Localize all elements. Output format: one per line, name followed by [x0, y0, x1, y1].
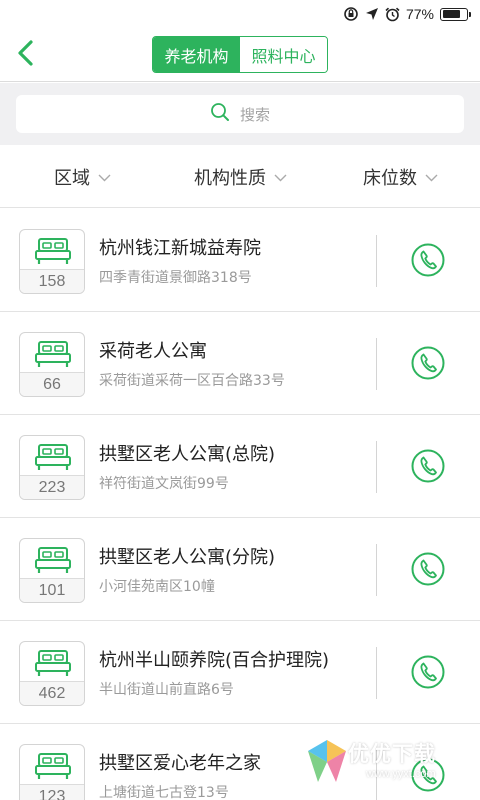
- bed-count-box: 101: [19, 538, 85, 603]
- institution-name: 拱墅区爱心老年之家: [99, 753, 261, 774]
- phone-icon: [410, 552, 446, 591]
- tab-elderly-institutions[interactable]: 养老机构: [153, 37, 240, 72]
- divider: [376, 544, 377, 596]
- back-button[interactable]: [8, 38, 42, 72]
- battery-icon: [440, 7, 471, 21]
- phone-icon: [410, 655, 446, 694]
- status-icons: 77%: [343, 5, 471, 23]
- rotation-lock-icon: [343, 6, 359, 22]
- status-bar: 77%: [0, 0, 480, 28]
- search-input[interactable]: 搜索: [16, 95, 464, 133]
- bed-count: 462: [20, 681, 84, 705]
- alarm-icon: [385, 7, 400, 22]
- institution-address: 祥符街道文岚街99号: [99, 476, 229, 492]
- filter-label: 机构性质: [194, 167, 266, 189]
- bed-icon: [35, 442, 71, 476]
- list-item[interactable]: 223 拱墅区老人公寓(总院) 祥符街道文岚街99号: [0, 415, 480, 518]
- call-button[interactable]: [410, 654, 446, 690]
- divider: [376, 338, 377, 390]
- location-arrow-icon: [365, 7, 379, 21]
- bed-icon: [35, 236, 71, 270]
- chevron-down-icon: [425, 166, 438, 187]
- list-item[interactable]: 462 杭州半山颐养院(百合护理院) 半山街道山前直路6号: [0, 621, 480, 724]
- bed-icon: [35, 648, 71, 682]
- bed-icon: [35, 751, 71, 785]
- filter-nature[interactable]: 机构性质: [194, 145, 287, 208]
- battery-level: [442, 10, 461, 18]
- divider: [376, 441, 377, 493]
- institution-name: 拱墅区老人公寓(分院): [99, 547, 276, 568]
- chevron-down-icon: [274, 166, 287, 187]
- list-item[interactable]: 66 采荷老人公寓 采荷街道采荷一区百合路33号: [0, 312, 480, 415]
- bed-count: 66: [20, 372, 84, 396]
- divider: [376, 750, 377, 800]
- filter-region[interactable]: 区域: [54, 145, 111, 208]
- category-segmented-control: 养老机构 照料中心: [152, 36, 328, 73]
- bed-count: 223: [20, 475, 84, 499]
- bed-icon: [35, 545, 71, 579]
- call-button[interactable]: [410, 242, 446, 278]
- phone-icon: [410, 346, 446, 385]
- bed-count-box: 462: [19, 641, 85, 706]
- institution-name: 杭州钱江新城益寿院: [99, 238, 261, 259]
- bed-icon: [35, 339, 71, 373]
- phone-icon: [410, 758, 446, 797]
- search-placeholder: 搜索: [239, 105, 270, 124]
- chevron-down-icon: [98, 166, 111, 187]
- call-button[interactable]: [410, 448, 446, 484]
- search-icon: [210, 102, 230, 126]
- divider: [376, 235, 377, 287]
- institution-list: 158 杭州钱江新城益寿院 四季青街道景御路318号 66 采荷老人公寓 采荷街…: [0, 209, 480, 800]
- institution-address: 采荷街道采荷一区百合路33号: [99, 373, 285, 389]
- battery-percent: 77%: [405, 6, 434, 22]
- bed-count: 123: [20, 784, 84, 800]
- filter-label: 床位数: [363, 167, 417, 189]
- institution-address: 半山街道山前直路6号: [99, 682, 234, 698]
- divider: [376, 647, 377, 699]
- bed-count: 101: [20, 578, 84, 602]
- bed-count-box: 158: [19, 229, 85, 294]
- filter-bar: 区域 机构性质 床位数: [0, 145, 480, 208]
- institution-address: 四季青街道景御路318号: [99, 270, 252, 286]
- institution-address: 上塘街道七古登13号: [99, 785, 229, 800]
- filter-label: 区域: [54, 167, 90, 189]
- bed-count-box: 223: [19, 435, 85, 500]
- institution-name: 采荷老人公寓: [99, 341, 207, 362]
- nav-bar: 养老机构 照料中心: [0, 28, 480, 82]
- call-button[interactable]: [410, 551, 446, 587]
- institution-address: 小河佳苑南区10幢: [99, 579, 215, 595]
- phone-icon: [410, 243, 446, 282]
- tab-care-centers[interactable]: 照料中心: [240, 37, 327, 72]
- list-item[interactable]: 123 拱墅区爱心老年之家 上塘街道七古登13号: [0, 724, 480, 800]
- list-item[interactable]: 101 拱墅区老人公寓(分院) 小河佳苑南区10幢: [0, 518, 480, 621]
- list-item[interactable]: 158 杭州钱江新城益寿院 四季青街道景御路318号: [0, 209, 480, 312]
- institution-name: 拱墅区老人公寓(总院): [99, 444, 276, 465]
- bed-count-box: 123: [19, 744, 85, 800]
- phone-icon: [410, 449, 446, 488]
- call-button[interactable]: [410, 345, 446, 381]
- search-area: 搜索: [0, 83, 480, 145]
- institution-name: 杭州半山颐养院(百合护理院): [99, 650, 330, 671]
- filter-beds[interactable]: 床位数: [363, 145, 438, 208]
- back-arrow-icon: [16, 39, 34, 71]
- call-button[interactable]: [410, 757, 446, 793]
- bed-count-box: 66: [19, 332, 85, 397]
- bed-count: 158: [20, 269, 84, 293]
